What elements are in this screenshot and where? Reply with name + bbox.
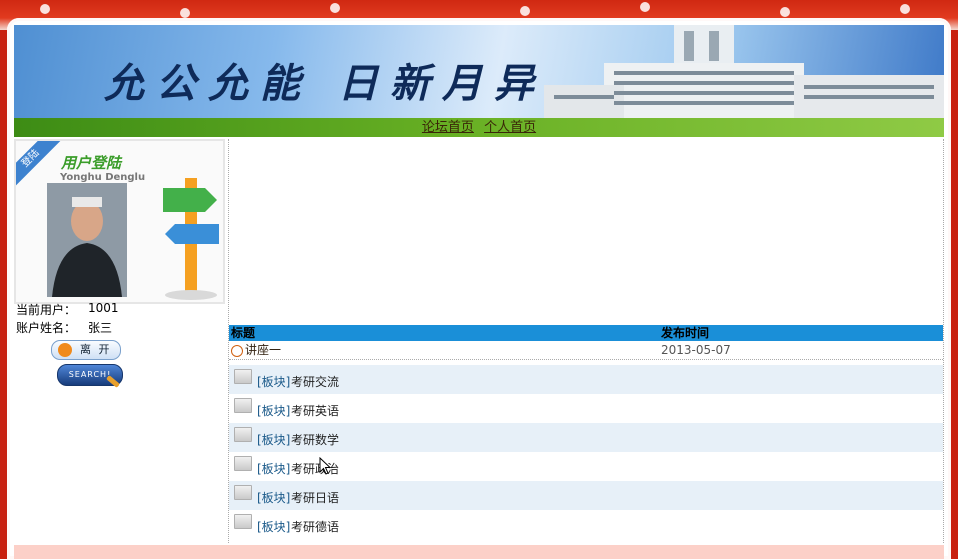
- avatar: [47, 183, 127, 297]
- current-user-row: 当前用户： 1001: [16, 301, 119, 318]
- list-item[interactable]: [板块] 考研英语: [229, 394, 943, 423]
- board-tag: [板块]: [257, 491, 291, 505]
- list-item[interactable]: [板块] 考研政治: [229, 452, 943, 481]
- snowflake-icon: [40, 4, 50, 14]
- table-header: 标题 发布时间: [229, 325, 943, 341]
- folder-icon: [234, 485, 252, 500]
- login-title: 用户登陆: [61, 154, 122, 172]
- top-nav: 论坛首页 个人首页: [14, 118, 944, 137]
- table-row[interactable]: 讲座一 2013-05-07: [229, 342, 943, 358]
- account-name-value: 张三: [88, 321, 113, 335]
- divider: [229, 359, 943, 360]
- snowflake-icon: [180, 8, 190, 18]
- sidebar: 登陆 用户登陆 Yonghu Denglu 当前用户： 1001 账户姓名： 张…: [14, 139, 226, 559]
- board-tag: [板块]: [257, 433, 291, 447]
- header-date: 发布时间: [661, 326, 710, 340]
- snowflake-icon: [780, 7, 790, 17]
- main-content: 标题 发布时间 讲座一 2013-05-07 [板块] 考研交流 [板块] 考研…: [228, 139, 944, 543]
- banner-title: 允公允能 日新月异: [104, 60, 546, 107]
- board-name[interactable]: 考研数学: [291, 431, 339, 448]
- board-tag: [板块]: [257, 520, 291, 534]
- mouse-cursor-icon: [319, 457, 331, 475]
- board-name[interactable]: 考研政治: [291, 460, 339, 477]
- list-item[interactable]: [板块] 考研日语: [229, 481, 943, 510]
- current-user-label: 当前用户：: [16, 303, 77, 317]
- magnifier-icon: [106, 375, 120, 388]
- nav-forum-home[interactable]: 论坛首页: [422, 120, 474, 135]
- snowflake-icon: [330, 3, 340, 13]
- board-tag: [板块]: [257, 462, 291, 476]
- row-date: 2013-05-07: [661, 343, 731, 357]
- header-banner: 允公允能 日新月异: [14, 25, 944, 118]
- folder-icon: [234, 514, 252, 529]
- account-name-label: 账户姓名：: [16, 321, 77, 335]
- board-name[interactable]: 考研德语: [291, 518, 339, 535]
- list-item[interactable]: [板块] 考研德语: [229, 510, 943, 539]
- folder-icon: [234, 369, 252, 384]
- leave-button-label: 离 开: [80, 343, 112, 356]
- header-title: 标题: [231, 326, 256, 340]
- arrow-icon: [231, 345, 243, 357]
- board-name[interactable]: 考研英语: [291, 402, 339, 419]
- list-item[interactable]: [板块] 考研交流: [229, 365, 943, 394]
- login-ribbon: 登陆: [16, 141, 62, 190]
- board-name[interactable]: 考研日语: [291, 489, 339, 506]
- nav-personal-home[interactable]: 个人首页: [484, 120, 536, 135]
- current-user-value: 1001: [88, 301, 119, 315]
- snowflake-icon: [900, 4, 910, 14]
- account-name-row: 账户姓名： 张三: [16, 319, 112, 336]
- folder-icon: [234, 427, 252, 442]
- login-box: 登陆 用户登陆 Yonghu Denglu: [14, 139, 225, 304]
- signpost-icon: [163, 178, 219, 300]
- snowflake-icon: [520, 6, 530, 16]
- folder-icon: [234, 398, 252, 413]
- list-item[interactable]: [板块] 考研数学: [229, 423, 943, 452]
- login-subtitle: Yonghu Denglu: [60, 172, 146, 183]
- building-image: [544, 25, 944, 118]
- board-tag: [板块]: [257, 375, 291, 389]
- exit-icon: [58, 343, 72, 357]
- board-name[interactable]: 考研交流: [291, 373, 339, 390]
- board-tag: [板块]: [257, 404, 291, 418]
- footer-strip: [14, 545, 944, 559]
- search-button-label: SEARCH!: [68, 370, 112, 379]
- board-list: [板块] 考研交流 [板块] 考研英语 [板块] 考研数学 [板块] 考研政治 …: [229, 365, 943, 539]
- leave-button[interactable]: 离 开: [51, 340, 121, 360]
- search-button[interactable]: SEARCH!: [57, 364, 123, 388]
- row-title[interactable]: 讲座一: [245, 342, 281, 358]
- snowflake-icon: [640, 2, 650, 12]
- folder-icon: [234, 456, 252, 471]
